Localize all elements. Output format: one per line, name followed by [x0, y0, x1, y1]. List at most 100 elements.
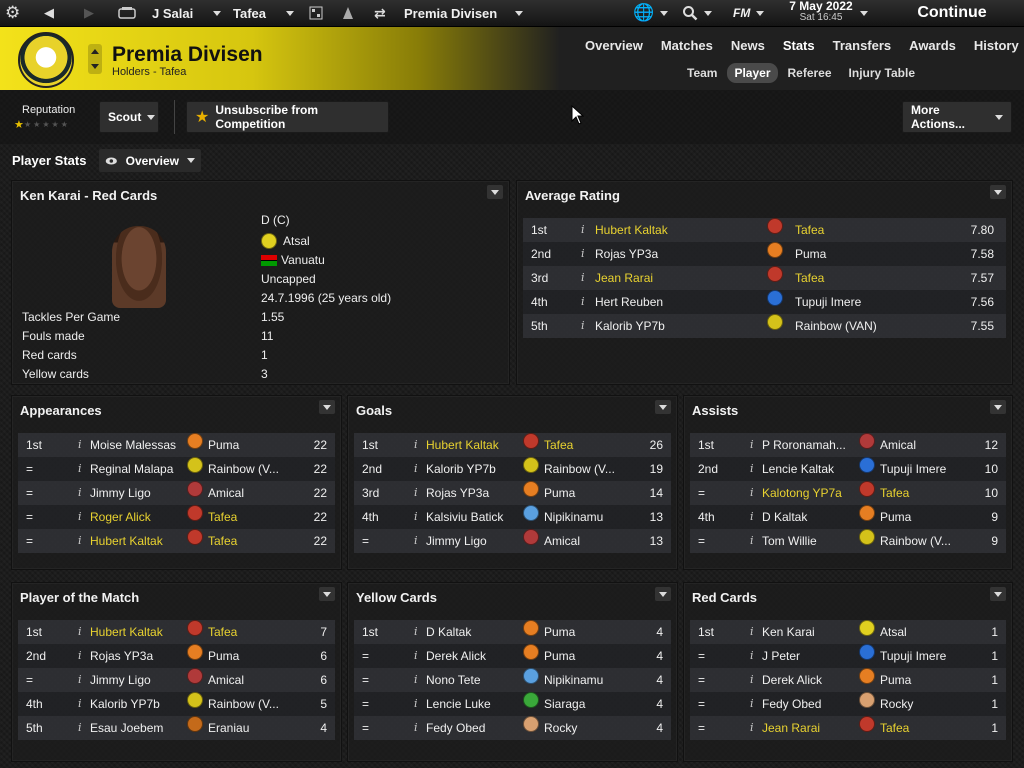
search-menu[interactable] — [682, 0, 712, 26]
info-icon[interactable]: i — [750, 529, 754, 553]
panel-menu-button[interactable] — [990, 587, 1006, 601]
info-icon[interactable]: i — [750, 716, 754, 740]
club-name[interactable]: Puma — [208, 644, 278, 668]
table-row[interactable]: 5th i Esau Joebem Eraniau 4 — [18, 716, 335, 740]
player-nation[interactable]: Vanuatu — [261, 253, 325, 267]
club-name[interactable]: Atsal — [880, 620, 950, 644]
info-icon[interactable]: i — [78, 481, 82, 505]
info-icon[interactable]: i — [78, 644, 82, 668]
player-name[interactable]: Jimmy Ligo — [90, 668, 188, 692]
table-row[interactable]: = i Nono Tete Nipikinamu 4 — [354, 668, 671, 692]
club-name[interactable]: Tafea — [880, 481, 950, 505]
info-icon[interactable]: i — [78, 668, 82, 692]
more-actions-button[interactable]: More Actions... — [902, 101, 1012, 133]
table-row[interactable]: 3rd i Rojas YP3a Puma 14 — [354, 481, 671, 505]
player-name[interactable]: Rojas YP3a — [426, 481, 524, 505]
fm-menu[interactable]: FM — [733, 0, 765, 26]
club-name[interactable]: Rocky — [880, 692, 950, 716]
info-icon[interactable]: i — [414, 481, 418, 505]
club-name[interactable]: Rocky — [544, 716, 614, 740]
info-icon[interactable]: i — [78, 692, 82, 716]
info-icon[interactable]: i — [750, 620, 754, 644]
player-name[interactable]: J Peter — [762, 644, 860, 668]
player-name[interactable]: Nono Tete — [426, 668, 524, 692]
club-name[interactable]: Tafea — [208, 529, 278, 553]
player-name[interactable]: Derek Alick — [426, 644, 524, 668]
table-row[interactable]: = i Fedy Obed Rocky 4 — [354, 716, 671, 740]
table-row[interactable]: 1st i D Kaltak Puma 4 — [354, 620, 671, 644]
table-row[interactable]: = i Jimmy Ligo Amical 13 — [354, 529, 671, 553]
club-name[interactable]: Rainbow (V... — [208, 457, 278, 481]
player-name[interactable]: Lencie Luke — [426, 692, 524, 716]
club-name[interactable]: Puma — [544, 644, 614, 668]
nav-stats[interactable]: Stats — [774, 38, 824, 53]
table-row[interactable]: = i Jimmy Ligo Amical 22 — [18, 481, 335, 505]
nav-matches[interactable]: Matches — [652, 38, 722, 53]
club-name[interactable]: Tafea — [795, 266, 945, 290]
table-row[interactable]: 4th i Kalorib YP7b Rainbow (V... 5 — [18, 692, 335, 716]
forward-arrow-icon[interactable]: ▶ — [84, 0, 94, 26]
info-icon[interactable]: i — [414, 716, 418, 740]
player-name[interactable]: Rojas YP3a — [90, 644, 188, 668]
info-icon[interactable]: i — [750, 505, 754, 529]
player-name[interactable]: Ken Karai — [762, 620, 860, 644]
club-name[interactable]: Puma — [880, 505, 950, 529]
player-name[interactable]: Kalotong YP7a — [762, 481, 860, 505]
club-name[interactable]: Amical — [208, 668, 278, 692]
table-row[interactable]: 2nd i Lencie Kaltak Tupuji Imere 10 — [690, 457, 1006, 481]
table-row[interactable]: = i Jean Rarai Tafea 1 — [690, 716, 1006, 740]
player-name[interactable]: Esau Joebem — [90, 716, 188, 740]
player-name[interactable]: Fedy Obed — [762, 692, 860, 716]
panel-menu-button[interactable] — [655, 400, 671, 414]
manager-icon[interactable] — [118, 0, 136, 26]
info-icon[interactable]: i — [414, 620, 418, 644]
club-name[interactable]: Puma — [795, 242, 945, 266]
club-name[interactable]: Tafea — [544, 433, 614, 457]
table-row[interactable]: = i Derek Alick Puma 1 — [690, 668, 1006, 692]
panel-menu-button[interactable] — [487, 185, 503, 199]
panel-menu-button[interactable] — [655, 587, 671, 601]
player-name[interactable]: Hubert Kaltak — [595, 218, 745, 242]
table-row[interactable]: 1st i Hubert Kaltak Tafea 7 — [18, 620, 335, 644]
panel-menu-button[interactable] — [319, 400, 335, 414]
info-icon[interactable]: i — [581, 266, 585, 290]
game-date[interactable]: 7 May 2022 Sat 16:45 — [785, 0, 857, 23]
info-icon[interactable]: i — [750, 692, 754, 716]
info-icon[interactable]: i — [750, 433, 754, 457]
info-icon[interactable]: i — [78, 620, 82, 644]
club-name[interactable]: Tupuji Imere — [880, 644, 950, 668]
player-name[interactable]: Jimmy Ligo — [90, 481, 188, 505]
player-name[interactable]: Roger Alick — [90, 505, 188, 529]
info-icon[interactable]: i — [414, 433, 418, 457]
competition-menu[interactable]: Premia Divisen — [404, 0, 524, 26]
club-name[interactable]: Rainbow (V... — [544, 457, 614, 481]
swap-arrows-icon[interactable]: ⇄ — [374, 0, 386, 26]
nav-transfers[interactable]: Transfers — [824, 38, 901, 53]
player-name[interactable]: Kalsiviu Batick — [426, 505, 524, 529]
table-row[interactable]: = i Reginal Malapa Rainbow (V... 22 — [18, 457, 335, 481]
player-name[interactable]: Hubert Kaltak — [90, 529, 188, 553]
table-row[interactable]: 3rd i Jean Rarai Tafea 7.57 — [523, 266, 1006, 290]
panel-menu-button[interactable] — [990, 185, 1006, 199]
club-name[interactable]: Rainbow (VAN) — [795, 314, 945, 338]
info-icon[interactable]: i — [750, 481, 754, 505]
nav-news[interactable]: News — [722, 38, 774, 53]
player-name[interactable]: Jean Rarai — [595, 266, 745, 290]
table-row[interactable]: = i Hubert Kaltak Tafea 22 — [18, 529, 335, 553]
nav-overview[interactable]: Overview — [576, 38, 652, 53]
info-icon[interactable]: i — [78, 457, 82, 481]
unsubscribe-button[interactable]: ★ Unsubscribe from Competition — [186, 101, 389, 133]
player-name[interactable]: Hubert Kaltak — [426, 433, 524, 457]
club-name[interactable]: Nipikinamu — [544, 668, 614, 692]
player-name[interactable]: Hert Reuben — [595, 290, 745, 314]
player-name[interactable]: Kalorib YP7b — [426, 457, 524, 481]
table-row[interactable]: 4th i D Kaltak Puma 9 — [690, 505, 1006, 529]
player-name[interactable]: D Kaltak — [762, 505, 860, 529]
manager-menu[interactable]: J Salai — [152, 0, 222, 26]
player-name[interactable]: Tom Willie — [762, 529, 860, 553]
club-name[interactable]: Tupuji Imere — [880, 457, 950, 481]
club-name[interactable]: Amical — [208, 481, 278, 505]
info-icon[interactable]: i — [414, 505, 418, 529]
table-row[interactable]: = i Fedy Obed Rocky 1 — [690, 692, 1006, 716]
club-name[interactable]: Puma — [880, 668, 950, 692]
